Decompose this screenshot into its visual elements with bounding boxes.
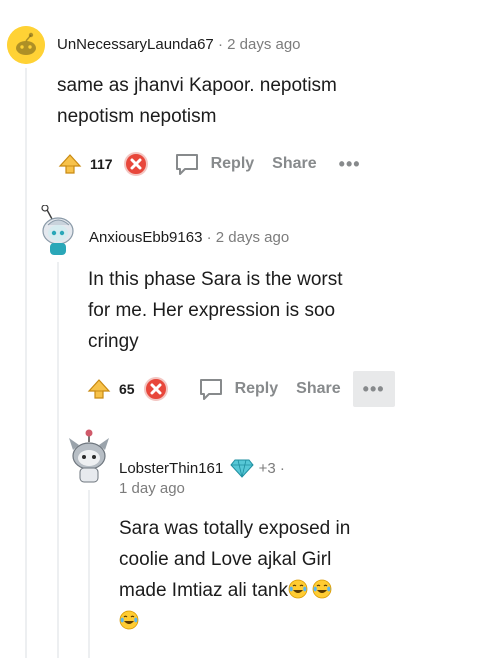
- share-button[interactable]: Share: [296, 380, 340, 398]
- more-options-button[interactable]: •••: [339, 154, 361, 175]
- thread-line-3[interactable]: [88, 490, 90, 658]
- comment-actions: 117 Reply Share •••: [58, 149, 361, 179]
- comment-body: In this phase Sara is the worst for me. …: [88, 264, 343, 357]
- comment-line: In this phase Sara is the worst: [88, 269, 343, 290]
- thread-line-1[interactable]: [25, 68, 27, 658]
- snoo-avatar-icon: [7, 26, 45, 64]
- snoo-avatar-icon: [69, 429, 109, 483]
- comment-meta: AnxiousEbb9163 · 2 days ago: [89, 229, 289, 246]
- timestamp[interactable]: 2 days ago: [227, 36, 300, 53]
- laughing-tears-emoji-icon: [312, 578, 332, 599]
- comment-line: Sara was totally exposed in: [119, 518, 351, 539]
- comment-line: for me. Her expression is soo: [88, 300, 336, 321]
- comment-meta: LobsterThin161 +3 ·: [119, 456, 285, 482]
- more-options-icon: •••: [362, 378, 385, 399]
- username[interactable]: AnxiousEbb9163: [89, 229, 202, 246]
- comment-line: [119, 606, 350, 637]
- comment-actions: 65 Reply Share •••: [87, 371, 395, 407]
- separator: ·: [217, 36, 223, 53]
- downvote-icon[interactable]: [123, 151, 149, 177]
- downvote-icon[interactable]: [143, 376, 169, 402]
- avatar[interactable]: [7, 26, 45, 64]
- thread-line-2[interactable]: [57, 262, 59, 658]
- comment-line: made Imtiaz ali tank: [119, 575, 350, 606]
- comment-line: cringy: [88, 331, 139, 352]
- reply-icon[interactable]: [197, 375, 225, 403]
- comment-line: same as jhanvi Kapoor. nepotism: [57, 75, 337, 96]
- more-options-button[interactable]: •••: [352, 371, 395, 407]
- reply-button[interactable]: Reply: [211, 155, 255, 173]
- snoo-avatar-icon: [41, 205, 74, 255]
- avatar[interactable]: [36, 205, 78, 257]
- comment-meta: UnNecessaryLaunda67 · 2 days ago: [57, 36, 301, 53]
- vote-score: 117: [90, 156, 113, 172]
- upvote-icon[interactable]: [58, 153, 82, 175]
- laughing-tears-emoji-icon: [288, 578, 308, 599]
- timestamp[interactable]: 1 day ago: [119, 480, 185, 497]
- comment-line: coolie and Love ajkal Girl: [119, 549, 332, 570]
- upvote-icon[interactable]: [87, 378, 111, 400]
- reply-button[interactable]: Reply: [235, 380, 279, 398]
- separator: ·: [206, 229, 212, 246]
- share-button[interactable]: Share: [272, 155, 316, 173]
- comment-body: Sara was totally exposed in coolie and L…: [119, 513, 350, 637]
- separator: ·: [279, 460, 285, 477]
- comment-time-line: 1 day ago: [119, 480, 185, 497]
- award-count[interactable]: +3: [259, 460, 276, 477]
- username[interactable]: LobsterThin161: [119, 460, 223, 477]
- diamond-award-icon[interactable]: [230, 456, 255, 482]
- laughing-tears-emoji-icon: [119, 609, 139, 630]
- timestamp[interactable]: 2 days ago: [216, 229, 289, 246]
- reply-icon[interactable]: [173, 150, 201, 178]
- comment-body: same as jhanvi Kapoor. nepotism nepotism…: [57, 70, 337, 132]
- comment-line: nepotism nepotism: [57, 106, 217, 127]
- avatar[interactable]: [67, 428, 111, 484]
- vote-score: 65: [119, 381, 135, 397]
- username[interactable]: UnNecessaryLaunda67: [57, 36, 214, 53]
- comment-text: made Imtiaz ali tank: [119, 580, 288, 601]
